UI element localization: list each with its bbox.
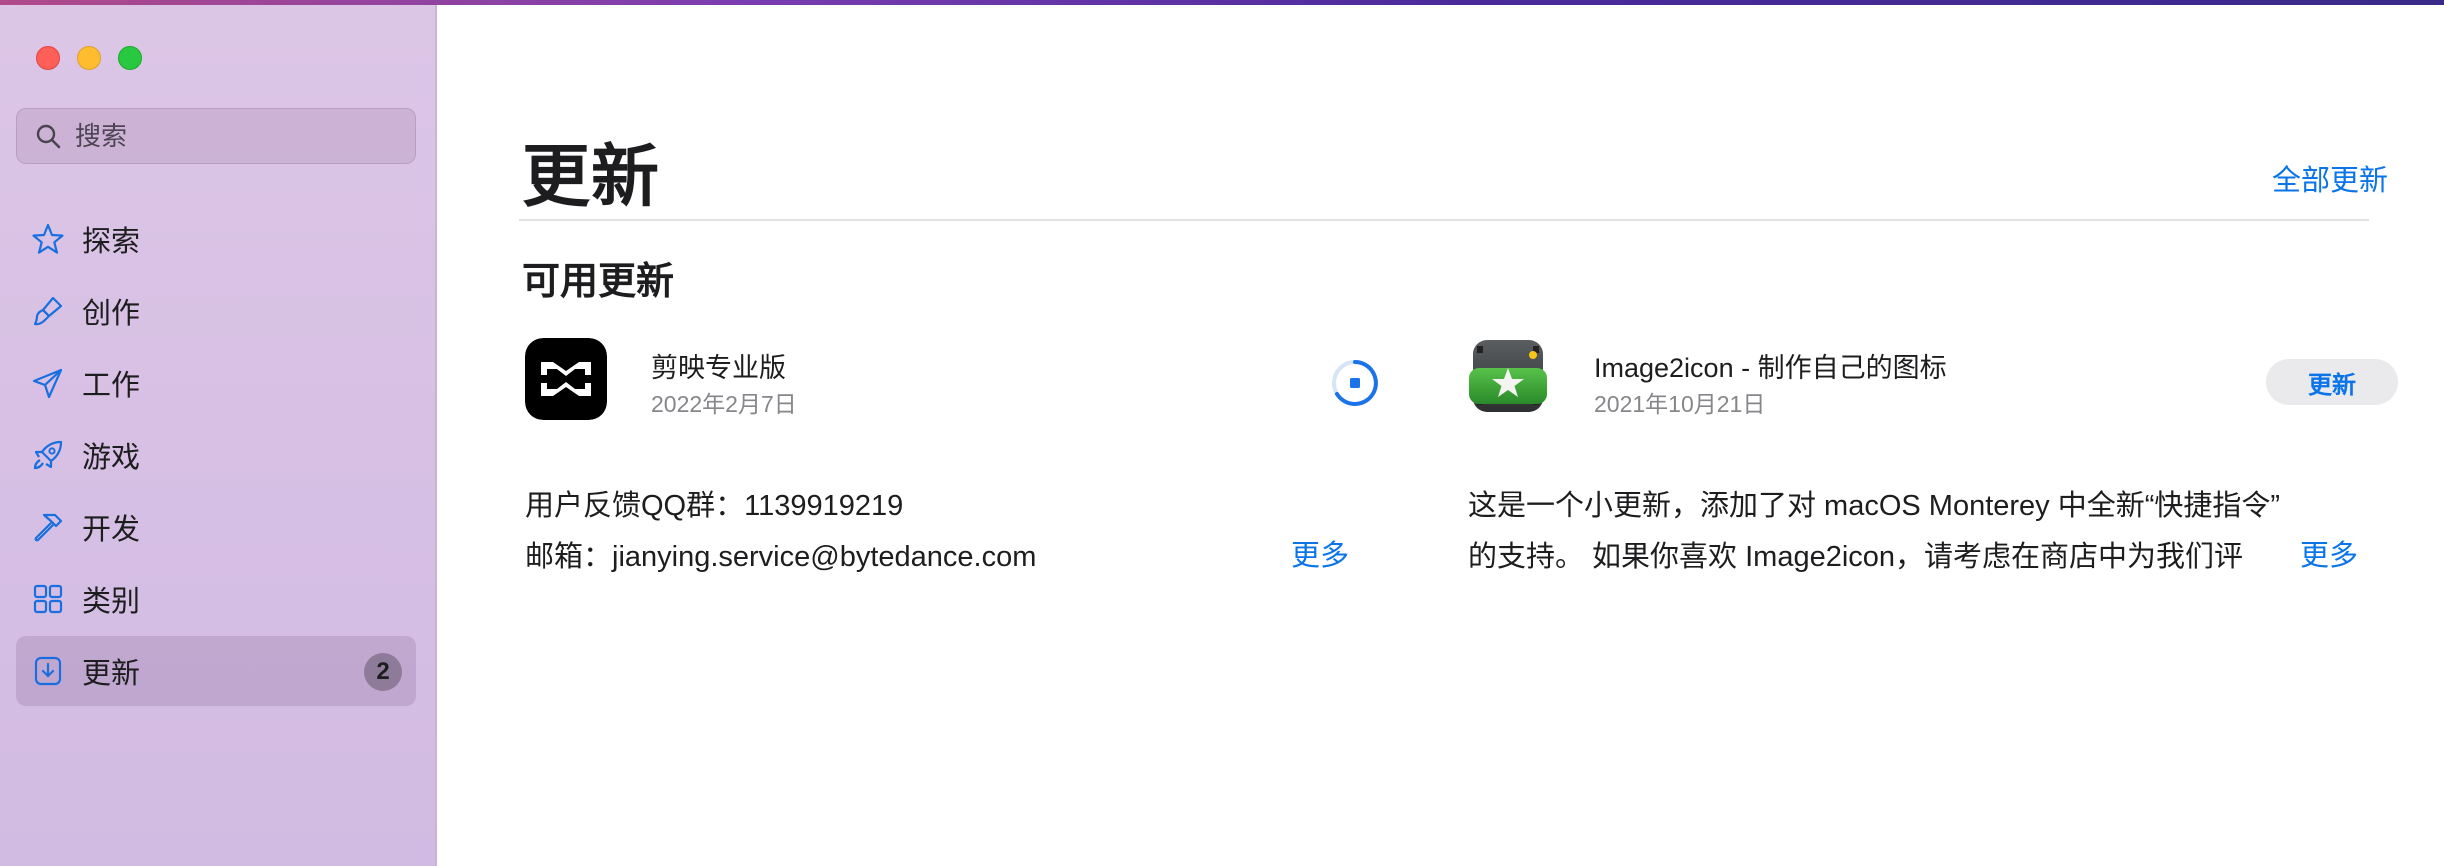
sidebar-item-label: 类别: [82, 586, 141, 618]
grid-icon: [30, 581, 66, 617]
window-controls: [36, 46, 142, 70]
search-input[interactable]: [75, 120, 395, 152]
app-date: 2021年10月21日: [1594, 391, 1766, 417]
update-button[interactable]: 更新: [2266, 359, 2398, 405]
release-notes-line: 邮箱：jianying.service@bytedance.com: [525, 541, 1037, 573]
sidebar-item-develop[interactable]: 开发: [16, 492, 416, 562]
app-date: 2022年2月7日: [651, 391, 797, 417]
updates-count-badge: 2: [364, 653, 402, 691]
app-name: 剪映专业版: [651, 353, 786, 383]
sidebar-item-categories[interactable]: 类别: [16, 564, 416, 634]
release-notes: 用户反馈QQ群：1139919219 邮箱：jianying.service@b…: [525, 481, 1285, 583]
section-title: 可用更新: [522, 261, 675, 303]
divider: [519, 219, 2369, 221]
minimize-window-button[interactable]: [77, 46, 101, 70]
release-notes-line: 的支持。 如果你喜欢 Image2icon，请考虑在商店中为我们评: [1468, 541, 2244, 573]
search-field[interactable]: [16, 108, 416, 164]
sidebar-item-work[interactable]: 工作: [16, 348, 416, 418]
updates-page: 更新 全部更新 可用更新 剪映专业版 2022年2月7日 用户反馈QQ群：113…: [439, 5, 2444, 866]
sidebar-item-games[interactable]: 游戏: [16, 420, 416, 490]
sidebar-item-updates[interactable]: 更新 2: [16, 636, 416, 706]
release-notes-line: 这是一个小更新，添加了对 macOS Monterey 中全新“快捷指令”: [1468, 490, 2281, 522]
release-notes-line: 用户反馈QQ群：1139919219: [525, 490, 904, 522]
more-link[interactable]: 更多: [1291, 532, 1349, 574]
sidebar-item-label: 更新: [82, 658, 141, 690]
image2icon-app-icon[interactable]: [1467, 338, 1549, 420]
sidebar-item-label: 探索: [82, 226, 141, 258]
paperplane-icon: [30, 365, 66, 401]
star-icon: [30, 221, 66, 257]
update-all-button[interactable]: 全部更新: [2272, 157, 2388, 199]
capcut-app-icon[interactable]: [525, 338, 607, 420]
sidebar-item-label: 游戏: [82, 442, 141, 474]
release-notes: 这是一个小更新，添加了对 macOS Monterey 中全新“快捷指令” 的支…: [1468, 481, 2290, 583]
sidebar-nav: 探索 创作 工作 游戏 开发 类别 更新 2: [16, 204, 416, 708]
download-icon: [30, 653, 66, 689]
sidebar: 探索 创作 工作 游戏 开发: [0, 5, 437, 866]
download-progress-stop-button[interactable]: [1330, 358, 1380, 408]
sidebar-item-label: 创作: [82, 298, 141, 330]
more-link[interactable]: 更多: [2300, 532, 2358, 574]
sidebar-item-label: 开发: [82, 514, 141, 546]
sidebar-item-discover[interactable]: 探索: [16, 204, 416, 274]
app-name: Image2icon - 制作自己的图标: [1594, 353, 1947, 383]
paintbrush-icon: [30, 293, 66, 329]
sidebar-item-create[interactable]: 创作: [16, 276, 416, 346]
hammer-icon: [30, 509, 66, 545]
page-title: 更新: [522, 139, 661, 215]
close-window-button[interactable]: [36, 46, 60, 70]
search-icon: [36, 124, 61, 149]
zoom-window-button[interactable]: [118, 46, 142, 70]
rocket-icon: [30, 437, 66, 473]
sidebar-item-label: 工作: [82, 370, 141, 402]
